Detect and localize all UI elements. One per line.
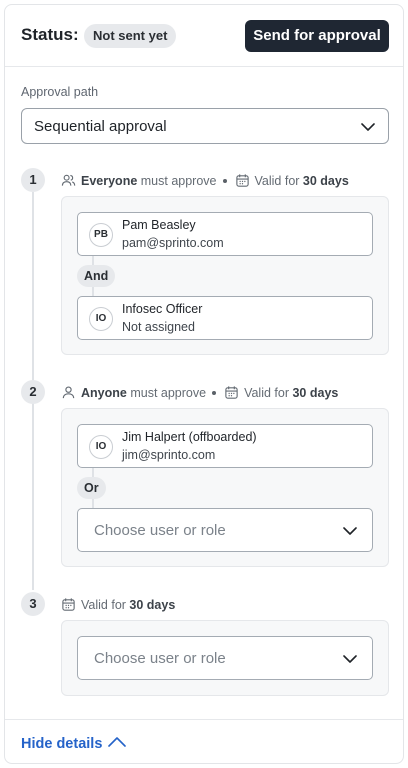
approver-name: Pam Beasley	[122, 218, 196, 232]
and-badge: And	[77, 265, 116, 287]
choose-user-or-role-select[interactable]: Choose user or role	[77, 508, 373, 552]
choose-user-or-role-select[interactable]: Choose user or role	[77, 636, 373, 680]
approver-card[interactable]: IO Infosec Officer Not assigned	[77, 296, 373, 340]
calendar-icon	[235, 174, 249, 187]
chevron-down-icon	[343, 655, 357, 663]
or-badge: Or	[77, 477, 106, 499]
separator-dot	[212, 391, 217, 395]
valid-for-value: 30 days	[129, 598, 176, 612]
calendar-icon	[225, 386, 238, 399]
approval-rule: Everyone	[81, 174, 138, 188]
avatar: IO	[89, 435, 113, 459]
card-footer: Hide details	[5, 719, 403, 764]
approver-email: jim@sprinto.com	[122, 448, 216, 462]
card-header: Status: Not sent yet Send for approval	[5, 5, 403, 67]
approval-rule: Anyone	[81, 386, 127, 400]
users-icon	[61, 174, 76, 186]
select-placeholder: Choose user or role	[94, 522, 226, 539]
chevron-down-icon	[361, 123, 375, 131]
approver-group: PB Pam Beasley pam@sprinto.com And IO In…	[61, 196, 389, 355]
user-icon	[62, 386, 75, 399]
chevron-up-icon	[108, 737, 127, 747]
step-meta: Everyone must approve Valid for 30 days	[61, 173, 349, 189]
approval-path-label: Approval path	[21, 85, 99, 99]
approval-rule-suffix: must approve	[130, 386, 207, 400]
step-meta: Anyone must approve Valid for 30 days	[61, 385, 338, 401]
approver-group: IO Jim Halpert (offboarded) jim@sprinto.…	[61, 408, 389, 567]
approver-card[interactable]: PB Pam Beasley pam@sprinto.com	[77, 212, 373, 256]
send-for-approval-button[interactable]: Send for approval	[245, 20, 389, 52]
status-badge: Not sent yet	[84, 24, 177, 48]
approver-email: pam@sprinto.com	[122, 236, 224, 250]
step-number: 2	[21, 380, 45, 404]
step-number: 1	[21, 168, 45, 192]
calendar-icon	[62, 598, 75, 611]
step-meta: Valid for 30 days	[61, 597, 175, 613]
select-placeholder: Choose user or role	[94, 650, 226, 667]
approver-name: Jim Halpert (offboarded)	[122, 430, 257, 444]
valid-for-value: 30 days	[302, 174, 349, 188]
approver-card[interactable]: IO Jim Halpert (offboarded) jim@sprinto.…	[77, 424, 373, 468]
approval-rule-suffix: must approve	[140, 174, 217, 188]
valid-for-label: Valid for	[81, 598, 126, 612]
avatar: PB	[89, 223, 113, 247]
step-number: 3	[21, 592, 45, 616]
valid-for-value: 30 days	[292, 386, 339, 400]
approver-name: Infosec Officer	[122, 302, 203, 316]
approval-path-select[interactable]: Sequential approval	[21, 108, 389, 144]
status-label: Status:	[21, 25, 79, 44]
hide-details-label: Hide details	[21, 736, 103, 752]
approver-group: Choose user or role	[61, 620, 389, 696]
hide-details-link[interactable]: Hide details	[21, 736, 127, 752]
separator-dot	[222, 179, 227, 183]
approver-status: Not assigned	[122, 320, 195, 334]
approval-card: Status: Not sent yet Send for approval A…	[4, 4, 404, 764]
approval-path-value: Sequential approval	[34, 118, 167, 135]
valid-for-label: Valid for	[254, 174, 300, 188]
avatar: IO	[89, 307, 113, 331]
valid-for-label: Valid for	[244, 386, 289, 400]
chevron-down-icon	[343, 527, 357, 535]
